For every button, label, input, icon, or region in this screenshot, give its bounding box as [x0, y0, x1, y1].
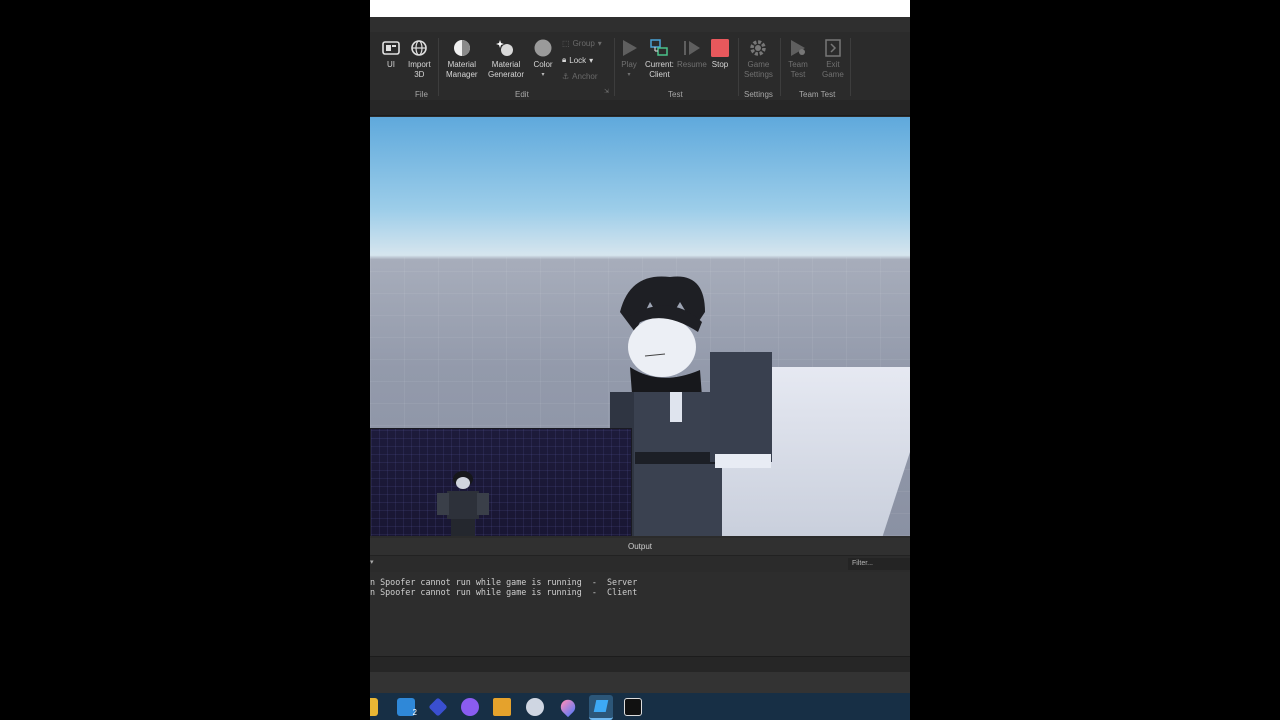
group-button[interactable]: ⬚ Group ▾ [562, 39, 602, 48]
filter-input[interactable]: Filter... [848, 558, 910, 570]
command-bar[interactable] [370, 656, 910, 672]
group-icon: ⬚ [562, 39, 570, 48]
viewport-frame-preview: ur [370, 428, 632, 536]
chevron-down-icon[interactable]: ▾ [370, 558, 374, 566]
chevron-down-icon: ▾ [589, 55, 594, 65]
ui-button[interactable]: UI [381, 38, 401, 70]
group-test: Test [668, 90, 683, 99]
import-3d-button[interactable]: Import 3D [408, 38, 431, 80]
lock-button[interactable]: 🔒︎ Lock ▾ [562, 55, 593, 65]
file-explorer-icon[interactable] [370, 698, 378, 716]
discord-icon[interactable] [461, 698, 479, 716]
ui-label: UI [387, 60, 395, 69]
divider [780, 38, 781, 96]
group-edit: Edit [515, 90, 529, 99]
chevron-down-icon: ▾ [627, 72, 631, 78]
exit-game-label: Exit Game [822, 60, 844, 79]
team-test-button[interactable]: Team Test [788, 38, 808, 80]
anchor-label: Anchor [572, 72, 598, 81]
game-settings-button[interactable]: Game Settings [744, 38, 773, 80]
game-icon[interactable] [493, 698, 511, 716]
mail-icon[interactable]: 2 [397, 698, 417, 717]
gear-icon [750, 40, 767, 56]
group-label: Group [572, 39, 595, 48]
3d-viewport[interactable]: ur [370, 117, 910, 536]
tab-strip [370, 100, 910, 116]
group-file: File [415, 90, 428, 99]
output-panel-header: Output [370, 538, 910, 556]
resume-button[interactable]: Resume [677, 38, 707, 70]
current-client-icon [650, 39, 669, 56]
status-bar [370, 672, 910, 693]
play-button[interactable]: Play ▾ [619, 38, 639, 80]
exit-game-icon [825, 39, 841, 57]
anchor-icon: ⚓︎ [562, 72, 570, 81]
resume-label: Resume [677, 60, 707, 69]
output-toolbar: ▾ Filter... [370, 556, 910, 572]
anchor-button[interactable]: ⚓︎ Anchor [562, 72, 598, 81]
import-3d-icon [411, 40, 428, 56]
current-client-button[interactable]: Current: Client [645, 38, 674, 80]
log-line: n Spoofer cannot run while game is runni… [370, 577, 638, 587]
log-line: n Spoofer cannot run while game is runni… [370, 587, 638, 597]
output-log: n Spoofer cannot run while game is runni… [370, 572, 910, 656]
lock-icon: 🔒︎ [562, 55, 567, 64]
material-generator-icon [496, 40, 514, 56]
color-label: Color [533, 60, 553, 69]
ribbon-toolbar: UI Import 3D File Material Manager Mater… [370, 32, 910, 100]
current-client-label: Current: Client [645, 60, 674, 79]
exit-game-button[interactable]: Exit Game [822, 38, 844, 80]
divider [850, 38, 851, 96]
lock-label: Lock [569, 55, 587, 65]
title-bar [370, 0, 910, 17]
divider [738, 38, 739, 96]
mail-badge: 2 [412, 708, 417, 717]
stop-button[interactable]: Stop [710, 38, 730, 70]
material-manager-button[interactable]: Material Manager [446, 38, 478, 80]
player-avatar [610, 276, 772, 536]
chevron-down-icon: ▾ [541, 72, 545, 78]
color-icon [534, 39, 552, 57]
browser-icon[interactable] [526, 698, 544, 716]
stop-label: Stop [711, 60, 729, 69]
material-generator-label: Material Generator [488, 60, 525, 79]
app-icon[interactable] [428, 697, 448, 717]
material-manager-icon [453, 40, 470, 56]
divider [614, 38, 615, 96]
color-button[interactable]: Color ▾ [533, 38, 553, 80]
menu-strip [370, 17, 910, 32]
roblox-studio-icon[interactable] [589, 695, 613, 720]
ui-icon [382, 41, 400, 55]
import-3d-label: Import 3D [408, 60, 431, 79]
expand-icon[interactable]: ⇲ [604, 88, 609, 95]
resume-icon [683, 41, 700, 55]
game-settings-label: Game Settings [744, 60, 773, 79]
stop-icon [711, 39, 729, 57]
group-settings: Settings [744, 90, 773, 99]
group-team-test: Team Test [799, 90, 836, 99]
output-title: Output [627, 542, 652, 551]
chevron-down-icon: ▾ [597, 39, 602, 48]
paint-icon[interactable] [557, 696, 579, 718]
material-manager-label: Material Manager [446, 60, 478, 79]
material-generator-button[interactable]: Material Generator [488, 38, 524, 80]
avatar-thumbnail [437, 471, 489, 536]
windows-taskbar: 2 [370, 693, 910, 720]
filter-placeholder: Filter... [852, 560, 874, 567]
team-test-icon [791, 40, 805, 56]
team-test-label: Team Test [788, 60, 808, 79]
play-label: Play [621, 60, 637, 69]
studio-window: UI Import 3D File Material Manager Mater… [370, 0, 910, 720]
play-icon [623, 40, 637, 56]
divider [438, 38, 439, 96]
capcut-icon[interactable] [624, 698, 642, 716]
